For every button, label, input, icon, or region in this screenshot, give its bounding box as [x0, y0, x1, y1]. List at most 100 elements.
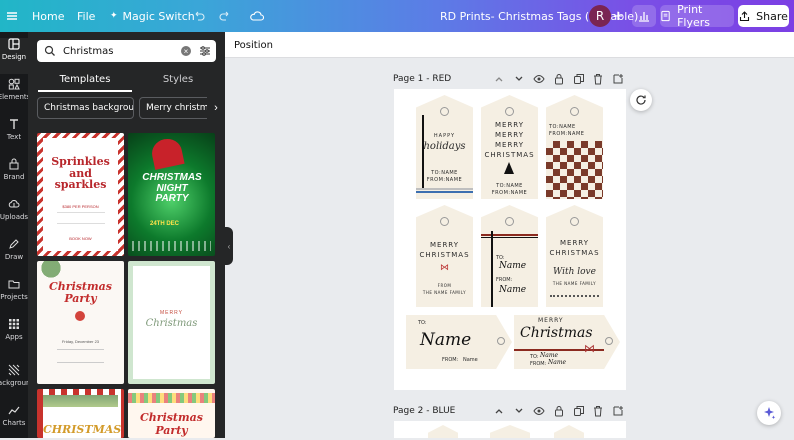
move-page-down-icon[interactable] — [513, 405, 525, 417]
gift-tag-happy-holidays[interactable]: HAPPY holidays TO:NAME FROM:NAME — [416, 95, 473, 199]
gift-tag-merry-merry[interactable]: MERRY MERRY MERRY CHRISTMAS TO:NAME FROM… — [481, 95, 538, 199]
rail-label: Projects — [0, 293, 28, 301]
gift-tag-merry-christmas-script[interactable]: MERRY Christmas ⋈ TO: Name FROM: Name — [514, 315, 620, 369]
rail-item-background[interactable]: Background — [0, 364, 28, 400]
collapse-panel-button[interactable]: ‹ — [225, 227, 233, 265]
from-name-text: FROM:NAME — [426, 177, 463, 183]
gift-tag-merry-christmas-bow[interactable]: MERRY CHRISTMAS ⋈ FROM THE NAME FAMILY — [416, 205, 473, 307]
refresh-page-button[interactable] — [630, 89, 652, 111]
eye-icon[interactable] — [533, 73, 545, 85]
chips-next-chevron-icon[interactable]: › — [207, 97, 225, 119]
rail-item-projects[interactable]: Projects — [0, 278, 28, 314]
share-button[interactable]: Share — [738, 5, 789, 27]
tab-styles[interactable]: Styles — [131, 68, 225, 90]
print-flyers-button[interactable]: Print Flyers — [660, 3, 734, 29]
move-page-up-icon[interactable] — [493, 405, 505, 417]
tab-templates[interactable]: Templates — [38, 68, 132, 90]
insights-button[interactable] — [632, 5, 656, 27]
tag-hole — [570, 107, 579, 116]
magic-assistant-button[interactable] — [757, 401, 781, 425]
from-text: FROM: — [530, 361, 547, 367]
chip-christmas-background[interactable]: Christmas background — [37, 97, 134, 119]
merry-text: MERRY — [494, 121, 525, 129]
template-thumb-night-party[interactable]: CHRISTMAS NIGHT PARTY 24TH DEC — [128, 133, 215, 256]
eye-icon[interactable] — [533, 405, 545, 417]
rail-label: Background — [0, 379, 28, 387]
template-note: BOOK NOW — [69, 236, 92, 241]
trash-icon[interactable] — [592, 405, 604, 417]
page-2-canvas[interactable] — [394, 421, 626, 438]
trash-icon[interactable] — [592, 73, 604, 85]
bow-icon: ⋈ — [584, 343, 595, 355]
rail-item-brand[interactable]: Brand — [0, 158, 28, 194]
template-thumb-sprinkles[interactable]: Sprinkles and sparkles $380 PER PERSON B… — [37, 133, 124, 256]
uploads-icon — [8, 199, 20, 208]
rail-item-draw[interactable]: Draw — [0, 238, 28, 274]
search-box[interactable]: Christmas × — [37, 40, 216, 62]
rail-label: Elements — [0, 93, 28, 101]
move-page-down-icon[interactable] — [513, 73, 525, 85]
template-thumb-merry-christmas[interactable]: MERRY Christmas — [128, 261, 215, 384]
template-thumb-christmas-stripes[interactable]: CHRISTMAS — [37, 389, 124, 438]
magic-switch-button[interactable]: ✦ Magic Switch — [110, 0, 195, 32]
filter-icon[interactable] — [199, 45, 211, 57]
file-label: File — [77, 9, 96, 23]
christmas-text: CHRISTMAS — [484, 151, 535, 159]
add-page-icon[interactable] — [612, 73, 624, 85]
menu-button[interactable] — [6, 0, 18, 32]
christmas-text: CHRISTMAS — [419, 251, 470, 259]
redo-button[interactable] — [219, 0, 231, 32]
page-1-label[interactable]: Page 1 - RED — [393, 74, 451, 84]
template-thumb-christmas-party[interactable]: Christmas Party Friday, December 23 — [37, 261, 124, 384]
search-input[interactable]: Christmas — [63, 46, 181, 57]
rail-item-apps[interactable]: Apps — [0, 318, 28, 354]
tag-hole — [505, 107, 514, 116]
position-button[interactable]: Position — [234, 32, 273, 58]
merry-text-2: MERRY — [494, 131, 525, 139]
rail-item-uploads[interactable]: Uploads — [0, 198, 28, 234]
from-name-script: Name — [499, 285, 527, 295]
lock-icon[interactable] — [553, 405, 565, 417]
file-menu[interactable]: File — [77, 0, 95, 32]
active-tab-indicator — [38, 90, 132, 92]
merry-text: MERRY — [559, 239, 590, 247]
clear-search-icon[interactable]: × — [181, 46, 191, 56]
undo-button[interactable] — [193, 0, 205, 32]
with-love-text: With love — [553, 267, 596, 277]
move-page-up-icon[interactable] — [493, 73, 505, 85]
lights-decoration — [128, 393, 215, 403]
rail-item-charts[interactable]: Charts — [0, 404, 28, 440]
cloud-save-status[interactable] — [249, 0, 264, 32]
gift-tag-checkered[interactable]: TO:NAME FROM:NAME — [546, 95, 603, 199]
template-thumb-christmas-party-2[interactable]: Christmas Party — [128, 389, 215, 438]
page-2-label[interactable]: Page 2 - BLUE — [393, 406, 455, 416]
avatar[interactable]: R — [589, 5, 611, 27]
home-button[interactable]: Home — [32, 0, 64, 32]
gift-tag-horizontal-name[interactable]: TO: Name FROM: Name — [406, 315, 512, 369]
rail-item-elements[interactable]: Elements — [0, 78, 28, 114]
tag-stripe — [481, 237, 538, 238]
page-1-canvas[interactable]: HAPPY holidays TO:NAME FROM:NAME MERRY M… — [394, 89, 626, 390]
gift-tag-to-from-script[interactable]: TO: Name FROM: Name — [481, 205, 538, 307]
magic-switch-label: Magic Switch — [122, 9, 195, 23]
lock-icon[interactable] — [553, 73, 565, 85]
happy-text: HAPPY — [433, 133, 456, 139]
add-collaborator-button[interactable]: + — [611, 5, 625, 27]
add-page-icon[interactable] — [612, 405, 624, 417]
redo-icon — [219, 11, 229, 21]
to-name-text: TO:NAME — [549, 124, 576, 130]
rail-item-text[interactable]: Text — [0, 118, 28, 154]
duplicate-page-icon[interactable] — [573, 73, 585, 85]
garland-decoration — [43, 395, 118, 407]
elements-icon — [8, 78, 20, 90]
design-icon — [8, 38, 20, 50]
tab-templates-label: Templates — [59, 73, 111, 85]
tree-icon — [504, 162, 514, 174]
from-name-script: Name — [548, 359, 567, 366]
print-flyers-label: Print Flyers — [677, 3, 710, 29]
rail-label: Text — [6, 133, 22, 141]
share-label: Share — [756, 9, 788, 23]
rail-item-design[interactable]: Design — [0, 38, 28, 74]
gift-tag-with-love[interactable]: MERRY CHRISTMAS With love THE NAME FAMIL… — [546, 205, 603, 307]
duplicate-page-icon[interactable] — [573, 405, 585, 417]
